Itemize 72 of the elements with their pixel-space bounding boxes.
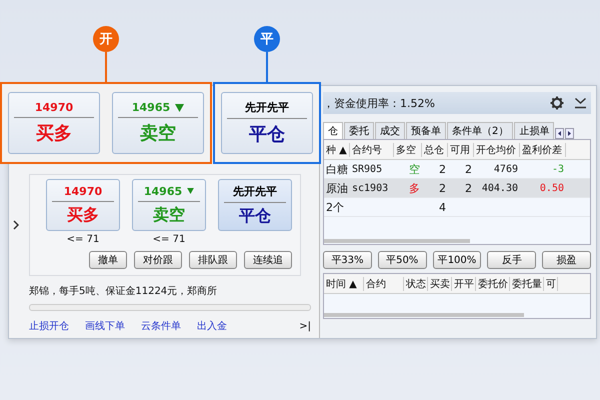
table-cell: 404.30 — [482, 182, 518, 194]
table-cell: 多 — [409, 182, 420, 194]
column-header[interactable]: 总仓 — [422, 142, 448, 156]
action-button[interactable]: 连续追 — [244, 251, 292, 269]
table-cell: 4 — [439, 200, 446, 214]
trade-button[interactable]: 14970 买多 — [8, 92, 100, 154]
scroll-bar[interactable] — [324, 239, 470, 243]
function-link[interactable]: 止损开仓 — [29, 319, 69, 333]
action-button[interactable]: 撤单 — [89, 251, 127, 269]
function-link[interactable]: 画线下单 — [85, 319, 125, 333]
trade-button[interactable]: 先开先平 平仓 — [221, 92, 313, 154]
column-header[interactable]: 委托价 — [476, 276, 510, 290]
down-triangle-icon — [175, 104, 184, 112]
column-header[interactable]: 可用 — [448, 142, 474, 156]
close-position-button[interactable]: 平100% — [432, 251, 482, 269]
tab[interactable]: 委托 — [344, 122, 374, 139]
settings-icon[interactable] — [550, 96, 564, 110]
column-header[interactable]: 委托量 — [510, 276, 544, 290]
table-cell: 0.50 — [540, 182, 564, 194]
close-position-button[interactable]: 平33% — [323, 251, 372, 269]
table-row[interactable]: 2个 4 — [324, 198, 590, 217]
column-header[interactable]: 盈利价差 — [520, 142, 566, 156]
column-header[interactable]: 开平 — [452, 276, 476, 290]
collapse-button[interactable]: >| — [299, 320, 311, 332]
table-cell: 2 — [465, 182, 472, 194]
scroll-bar[interactable] — [29, 304, 311, 311]
minimize-icon[interactable] — [574, 97, 587, 109]
column-header[interactable]: 合约 — [364, 276, 404, 290]
table-cell: 白糖 — [326, 162, 348, 176]
column-header[interactable]: 可 — [544, 276, 558, 290]
callout-badge: 平 — [254, 26, 280, 52]
column-header[interactable]: 合约号 — [350, 142, 394, 156]
column-header[interactable]: 时间 ▲ — [324, 276, 364, 290]
volume-limit: <= 71 — [152, 234, 186, 245]
callout-badge: 开 — [93, 26, 119, 52]
table-cell: -3 — [552, 164, 564, 174]
action-button[interactable]: 对价跟 — [134, 251, 182, 269]
function-link[interactable]: 出入金 — [197, 319, 227, 333]
down-triangle-icon — [187, 188, 194, 194]
column-header[interactable]: 种 ▲ — [324, 142, 350, 156]
scroll-right-icon[interactable] — [565, 128, 574, 139]
table-cell: SR905 — [352, 164, 382, 174]
tab[interactable]: 条件单（2） — [447, 122, 514, 139]
trade-button[interactable]: 14970 买多 — [46, 179, 120, 231]
function-link[interactable]: 云条件单 — [141, 319, 181, 333]
volume-limit: <= 71 — [66, 234, 100, 245]
table-cell: sc1903 — [352, 182, 388, 194]
table-cell: 空 — [409, 162, 420, 176]
trade-button[interactable]: 先开先平 平仓 — [218, 179, 292, 231]
fund-usage-label: ，资金使用率：1.52% — [323, 96, 435, 110]
table-cell: 2 — [439, 162, 446, 176]
close-position-button[interactable]: 反手 — [487, 251, 536, 269]
table-cell: 4769 — [494, 164, 518, 174]
tab[interactable]: 仓 — [323, 122, 343, 139]
column-header[interactable]: 买卖 — [428, 276, 452, 290]
contract-info: 郑锦，每手5吨、保证金11224元，郑商所 — [29, 284, 218, 298]
tab[interactable]: 止损单 — [514, 122, 554, 139]
tab[interactable]: 成交 — [375, 122, 405, 139]
action-button[interactable]: 排队跟 — [189, 251, 237, 269]
selected-row[interactable]: 原油 sc1903 多 2 2 404.30 0.50 — [324, 179, 590, 198]
scroll-left-icon[interactable] — [555, 128, 564, 139]
column-header[interactable]: 开仓均价 — [474, 142, 520, 156]
scroll-bar[interactable] — [324, 313, 524, 317]
close-position-button[interactable]: 损盈 — [542, 251, 591, 269]
table-cell: 原油 — [326, 182, 348, 194]
close-position-button[interactable]: 平50% — [378, 251, 427, 269]
table-cell: 2 — [439, 182, 446, 194]
column-header[interactable]: 状态 — [404, 276, 428, 290]
tab[interactable]: 预备单 — [406, 122, 446, 139]
column-header[interactable]: 多空 — [394, 142, 422, 156]
table-cell: 2 — [465, 162, 472, 176]
table-cell: 2个 — [326, 200, 344, 214]
